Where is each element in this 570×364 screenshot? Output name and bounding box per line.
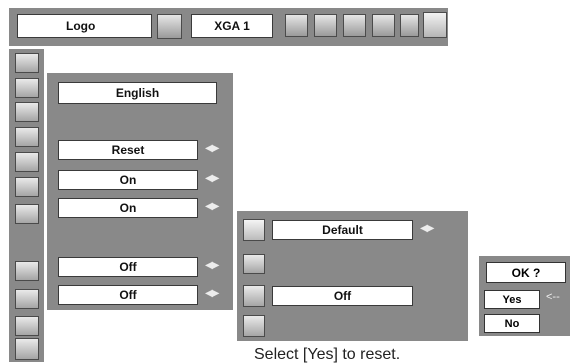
scroll-down-icon[interactable] bbox=[15, 316, 39, 336]
language-value[interactable]: English bbox=[58, 82, 217, 104]
logo-select-icon[interactable] bbox=[243, 219, 265, 241]
reset-value[interactable]: Reset bbox=[58, 140, 198, 160]
language-icon[interactable] bbox=[15, 78, 39, 98]
sound-icon[interactable] bbox=[400, 14, 419, 37]
setting-a-arrows-icon[interactable]: ◀▶ bbox=[205, 174, 219, 184]
input-source-icon[interactable] bbox=[157, 14, 182, 39]
exit-icon[interactable] bbox=[15, 338, 39, 360]
scroll-up-icon[interactable] bbox=[15, 53, 39, 73]
default-value[interactable]: Default bbox=[272, 220, 413, 240]
setting-c-value[interactable]: Off bbox=[58, 257, 198, 277]
menu-position-icon[interactable] bbox=[15, 102, 39, 122]
setting-b-value[interactable]: On bbox=[58, 198, 198, 218]
reset-arrows-icon[interactable]: ◀▶ bbox=[205, 144, 219, 154]
submenu-exit-icon[interactable] bbox=[243, 315, 265, 337]
setting-c-arrows-icon[interactable]: ◀▶ bbox=[205, 261, 219, 271]
background-icon[interactable] bbox=[15, 152, 39, 172]
source-label[interactable]: XGA 1 bbox=[191, 14, 273, 38]
image-adjust-icon[interactable] bbox=[343, 14, 366, 37]
footer-instruction: Select [Yes] to reset. bbox=[254, 346, 401, 363]
default-arrows-icon[interactable]: ◀▶ bbox=[420, 224, 434, 234]
pin-lock-value[interactable]: Off bbox=[272, 286, 413, 306]
setting-b-arrows-icon[interactable]: ◀▶ bbox=[205, 202, 219, 212]
display-icon[interactable] bbox=[15, 177, 39, 197]
yes-button[interactable]: Yes bbox=[484, 290, 540, 309]
screen-icon[interactable] bbox=[372, 14, 395, 37]
keystone-icon[interactable] bbox=[15, 127, 39, 147]
setting-icon[interactable] bbox=[423, 12, 447, 38]
ceiling-icon[interactable] bbox=[15, 204, 39, 224]
computer-adjust-icon[interactable] bbox=[285, 14, 308, 37]
setting-a-value[interactable]: On bbox=[58, 170, 198, 190]
logo-menu-label[interactable]: Logo bbox=[17, 14, 152, 38]
setting-d-arrows-icon[interactable]: ◀▶ bbox=[205, 289, 219, 299]
pin-code-lock-icon[interactable] bbox=[243, 285, 265, 307]
pointer-indicator: <-- bbox=[546, 291, 560, 303]
capture-icon[interactable] bbox=[243, 254, 265, 274]
confirm-title: OK ? bbox=[486, 262, 566, 283]
image-select-icon[interactable] bbox=[314, 14, 337, 37]
setting-d-value[interactable]: Off bbox=[58, 285, 198, 305]
terminal-icon[interactable] bbox=[15, 289, 39, 309]
no-button[interactable]: No bbox=[484, 314, 540, 333]
rear-icon[interactable] bbox=[15, 261, 39, 281]
